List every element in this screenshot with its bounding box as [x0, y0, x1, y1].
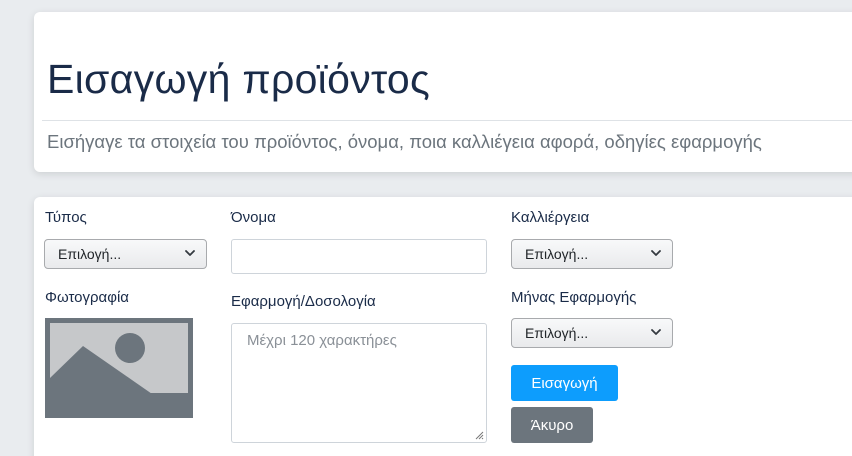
name-label: Όνομα	[231, 209, 276, 226]
submit-button[interactable]: Εισαγωγή	[511, 365, 618, 401]
chevron-down-icon	[651, 250, 661, 256]
header-card: Εισαγωγή προϊόντος Εισήγαγε τα στοιχεία …	[34, 12, 852, 172]
page-title: Εισαγωγή προϊόντος	[47, 56, 431, 102]
page-subtitle: Εισήγαγε τα στοιχεία του προϊόντος, όνομ…	[47, 131, 762, 152]
product-form: Τύπος Επιλογή... Φωτογραφία Όνομα Εφαρμο…	[34, 197, 852, 456]
month-select-value: Επιλογή...	[525, 325, 589, 341]
photo-upload[interactable]	[45, 318, 193, 418]
type-label: Τύπος	[45, 209, 87, 226]
dosage-placeholder: Μέχρι 120 χαρακτήρες	[247, 332, 397, 349]
image-placeholder-icon	[45, 318, 193, 418]
type-select[interactable]: Επιλογή...	[44, 239, 207, 269]
chevron-down-icon	[185, 250, 195, 256]
month-select[interactable]: Επιλογή...	[511, 318, 673, 348]
crop-select-value: Επιλογή...	[525, 246, 589, 262]
dosage-label: Εφαρμογή/Δοσολογία	[231, 293, 376, 310]
page: Εισαγωγή προϊόντος Εισήγαγε τα στοιχεία …	[0, 0, 852, 456]
name-input[interactable]	[231, 239, 487, 274]
photo-label: Φωτογραφία	[45, 289, 129, 306]
crop-label: Καλλιέργεια	[511, 209, 590, 226]
crop-select[interactable]: Επιλογή...	[511, 239, 673, 269]
month-label: Μήνας Εφαρμογής	[511, 289, 637, 306]
chevron-down-icon	[651, 329, 661, 335]
type-select-value: Επιλογή...	[58, 246, 122, 262]
dosage-textarea[interactable]: Μέχρι 120 χαρακτήρες	[231, 323, 487, 443]
header-divider	[42, 120, 852, 121]
resize-grip-icon[interactable]	[474, 430, 484, 440]
cancel-button[interactable]: Άκυρο	[511, 407, 593, 443]
